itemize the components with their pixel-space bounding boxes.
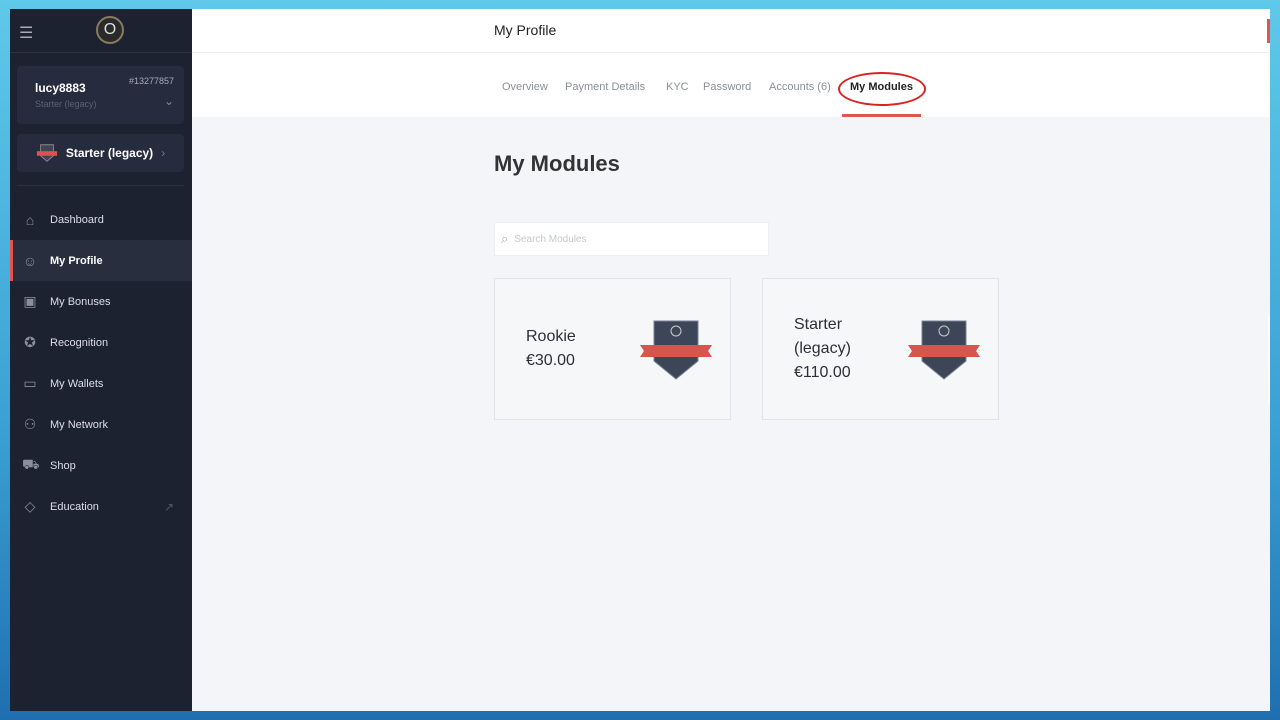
sidebar-item-label: Dashboard: [50, 213, 104, 226]
slide-decoration: [1268, 304, 1280, 406]
chevron-right-icon: ›: [161, 146, 166, 160]
header: My Profile: [192, 9, 1270, 53]
sidebar-item-education[interactable]: ◇ Education ↗: [10, 486, 192, 527]
plan-button[interactable]: Starter (legacy) ›: [17, 134, 184, 172]
module-badge-icon: [640, 320, 712, 380]
sidebar: ☰ O lucy8883 Starter (legacy) #13277857 …: [10, 9, 192, 711]
badge-icon: [36, 144, 57, 162]
module-card-rookie[interactable]: Rookie €30.00: [494, 278, 731, 420]
header-accent: [1267, 19, 1270, 43]
sidebar-item-label: My Wallets: [50, 377, 104, 390]
module-price: €110.00: [794, 364, 851, 381]
graduation-cap-icon: ◇: [24, 498, 36, 514]
sidebar-item-label: Recognition: [50, 336, 109, 349]
highlight-annotation: [838, 72, 926, 106]
external-link-icon: ↗: [163, 499, 174, 514]
wallet-icon: ▭: [23, 375, 37, 391]
sidebar-item-my-wallets[interactable]: ▭ My Wallets: [10, 363, 192, 404]
module-name-line2: (legacy): [794, 340, 851, 357]
sidebar-item-dashboard[interactable]: ⌂ Dashboard: [10, 199, 192, 240]
sidebar-item-my-network[interactable]: ⚇ My Network: [10, 404, 192, 445]
sidebar-item-label: Shop: [50, 459, 76, 472]
users-icon: ⚇: [23, 416, 37, 432]
sidebar-item-label: Education: [50, 500, 99, 513]
module-card-starter-legacy[interactable]: Starter (legacy) €110.00: [762, 278, 999, 420]
username: lucy8883: [35, 81, 86, 95]
search-icon: ⌕: [501, 231, 509, 246]
tab-kyc[interactable]: KYC: [666, 81, 689, 93]
profile-tabs: Overview Payment Details KYC Password Ac…: [192, 53, 1270, 117]
sidebar-item-my-bonuses[interactable]: ▣ My Bonuses: [10, 281, 192, 322]
logo[interactable]: O: [96, 16, 124, 44]
sidebar-item-recognition[interactable]: ✪ Recognition: [10, 322, 192, 363]
search-placeholder: Search Modules: [514, 233, 587, 245]
module-name: Rookie: [526, 328, 576, 345]
user-icon: ☺: [22, 252, 38, 269]
sidebar-item-label: My Profile: [50, 254, 103, 267]
gift-icon: ▣: [23, 293, 37, 309]
user-card[interactable]: lucy8883 Starter (legacy) #13277857 ⌄: [17, 66, 184, 124]
sidebar-nav: ⌂ Dashboard ☺ My Profile ▣ My Bonuses ✪ Reco…: [10, 199, 192, 527]
user-id: #13277857: [128, 76, 174, 86]
module-badge-icon: [908, 320, 980, 380]
app-window: ☰ O lucy8883 Starter (legacy) #13277857 …: [10, 9, 1270, 711]
tab-payment-details[interactable]: Payment Details: [565, 81, 645, 93]
active-tab-indicator: [842, 114, 921, 117]
home-icon: ⌂: [25, 211, 35, 228]
sidebar-item-label: My Network: [50, 418, 109, 431]
sidebar-item-shop[interactable]: ⛟ Shop: [10, 445, 192, 486]
chevron-down-icon[interactable]: ⌄: [164, 94, 174, 108]
main-content: My Profile Overview Payment Details KYC …: [192, 9, 1270, 711]
star-icon: ✪: [24, 334, 36, 350]
tab-overview[interactable]: Overview: [502, 81, 548, 93]
cart-icon: ⛟: [22, 456, 40, 472]
tab-password[interactable]: Password: [703, 81, 751, 93]
page-title: My Modules: [494, 151, 620, 176]
sidebar-item-label: My Bonuses: [50, 295, 111, 308]
module-price: €30.00: [526, 352, 575, 369]
search-input[interactable]: ⌕ Search Modules: [494, 222, 769, 256]
menu-toggle-icon[interactable]: ☰: [19, 23, 33, 43]
module-name-line1: Starter: [794, 316, 843, 333]
header-title: My Profile: [494, 22, 557, 38]
sidebar-item-my-profile[interactable]: ☺ My Profile: [10, 240, 192, 281]
user-plan: Starter (legacy): [35, 99, 97, 109]
tab-accounts[interactable]: Accounts (6): [769, 81, 831, 93]
plan-label: Starter (legacy): [65, 146, 154, 160]
